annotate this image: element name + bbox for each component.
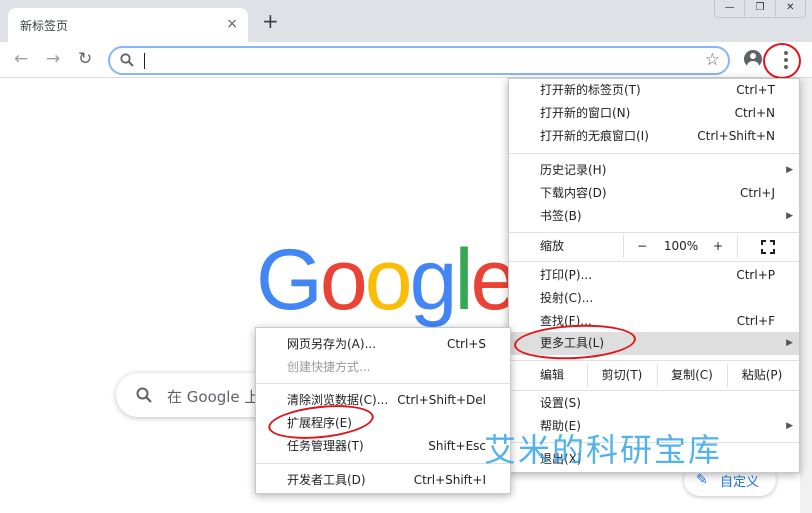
cut-button[interactable]: 剪切(T) bbox=[589, 364, 655, 387]
submenu-arrow-icon: ▶ bbox=[786, 421, 793, 431]
submenu-arrow-icon: ▶ bbox=[786, 165, 793, 175]
menu-item-label: 创建快捷方式... bbox=[287, 360, 371, 374]
menu-item-label: 打印(P)... bbox=[540, 268, 593, 282]
menu-item-shortcut: Shift+Esc bbox=[428, 439, 486, 453]
menu-divider bbox=[509, 390, 799, 391]
menu-item-print[interactable]: 打印(P)... Ctrl+P bbox=[509, 264, 799, 287]
menu-divider bbox=[256, 463, 510, 464]
logo-letter: o bbox=[319, 232, 368, 328]
zoom-divider bbox=[737, 235, 738, 258]
search-placeholder: 在 Google 上 bbox=[167, 388, 260, 406]
menu-item-incognito[interactable]: 打开新的无痕窗口(I) Ctrl+Shift+N bbox=[509, 125, 799, 148]
menu-divider bbox=[509, 261, 799, 262]
profile-avatar-icon[interactable] bbox=[744, 50, 762, 68]
close-window-button[interactable]: ✕ bbox=[774, 0, 805, 17]
submenu-arrow-icon: ▶ bbox=[786, 211, 793, 221]
watermark-text: 艾米的科研宝库 bbox=[484, 431, 723, 469]
menu-divider bbox=[509, 232, 799, 233]
menu-item-shortcut: Ctrl+Shift+Del bbox=[397, 393, 486, 407]
zoom-out-button[interactable]: − bbox=[631, 235, 653, 258]
menu-item-downloads[interactable]: 下载内容(D) Ctrl+J bbox=[509, 182, 799, 205]
chrome-main-menu: 打开新的标签页(T) Ctrl+T 打开新的窗口(N) Ctrl+N 打开新的无… bbox=[508, 78, 800, 473]
menu-item-shortcut: Ctrl+Shift+N bbox=[697, 129, 775, 143]
customize-label: 自定义 bbox=[720, 475, 760, 490]
menu-item-bookmarks[interactable]: 书签(B) ▶ bbox=[509, 205, 799, 228]
menu-item-history[interactable]: 历史记录(H) ▶ bbox=[509, 159, 799, 182]
text-caret bbox=[144, 53, 145, 69]
menu-zoom-row: 缩放 − 100% + bbox=[509, 235, 799, 258]
menu-item-label: 打开新的无痕窗口(I) bbox=[540, 129, 649, 143]
tab-strip: 新标签页 × + — ❐ ✕ bbox=[0, 0, 812, 42]
zoom-in-button[interactable]: + bbox=[707, 235, 729, 258]
menu-item-label: 历史记录(H) bbox=[540, 163, 607, 177]
page-edge bbox=[800, 78, 812, 513]
tab-close-icon[interactable]: × bbox=[226, 16, 238, 32]
logo-letter: o bbox=[364, 232, 413, 328]
pencil-icon: ✎ bbox=[696, 472, 708, 488]
menu-item-label: 投射(C)... bbox=[540, 291, 594, 305]
menu-item-label: 网页另存为(A)... bbox=[287, 337, 377, 351]
search-icon bbox=[120, 53, 134, 67]
submenu-item-create-shortcut: 创建快捷方式... bbox=[256, 356, 510, 379]
menu-item-label: 开发者工具(D) bbox=[287, 473, 366, 487]
menu-item-cast[interactable]: 投射(C)... bbox=[509, 287, 799, 310]
window-controls: — ❐ ✕ bbox=[714, 0, 806, 18]
google-logo: Google bbox=[256, 232, 518, 328]
menu-item-new-tab[interactable]: 打开新的标签页(T) Ctrl+T bbox=[509, 79, 799, 102]
menu-item-new-window[interactable]: 打开新的窗口(N) Ctrl+N bbox=[509, 102, 799, 125]
menu-item-label: 下载内容(D) bbox=[540, 186, 607, 200]
forward-button[interactable]: → bbox=[46, 50, 60, 68]
menu-item-shortcut: Ctrl+Shift+I bbox=[413, 473, 486, 487]
tab-title: 新标签页 bbox=[20, 19, 69, 33]
copy-button[interactable]: 复制(C) bbox=[659, 364, 725, 387]
reload-button[interactable]: ↻ bbox=[78, 50, 92, 68]
menu-item-shortcut: Ctrl+T bbox=[736, 83, 775, 97]
address-bar[interactable]: ☆ bbox=[108, 46, 730, 75]
menu-item-label: 打开新的窗口(N) bbox=[540, 106, 631, 120]
submenu-arrow-icon: ▶ bbox=[786, 338, 793, 348]
logo-letter: l bbox=[454, 232, 473, 328]
paste-button[interactable]: 粘贴(P) bbox=[729, 364, 795, 387]
zoom-divider bbox=[623, 235, 624, 258]
restore-button[interactable]: ❐ bbox=[744, 0, 774, 17]
menu-item-shortcut: Ctrl+S bbox=[446, 337, 486, 351]
annotation-circle-menu-button bbox=[763, 43, 801, 79]
edit-label: 编辑 bbox=[540, 368, 565, 382]
fullscreen-icon[interactable] bbox=[761, 240, 775, 254]
search-icon bbox=[136, 387, 152, 403]
submenu-item-clear-data[interactable]: 清除浏览数据(C)... Ctrl+Shift+Del bbox=[256, 389, 510, 412]
menu-item-shortcut: Ctrl+F bbox=[736, 314, 775, 328]
logo-letter: G bbox=[256, 232, 323, 328]
edit-divider bbox=[727, 364, 728, 387]
menu-item-label: 书签(B) bbox=[540, 209, 582, 223]
menu-item-settings[interactable]: 设置(S) bbox=[509, 392, 799, 415]
logo-letter: g bbox=[409, 232, 458, 328]
menu-divider bbox=[256, 383, 510, 384]
edit-divider bbox=[587, 364, 588, 387]
minimize-button[interactable]: — bbox=[715, 0, 744, 17]
tab-new-tab[interactable]: 新标签页 × bbox=[8, 8, 248, 42]
menu-item-shortcut: Ctrl+J bbox=[740, 186, 775, 200]
menu-item-shortcut: Ctrl+P bbox=[736, 268, 775, 282]
new-tab-button[interactable]: + bbox=[262, 11, 279, 31]
edit-divider bbox=[657, 364, 658, 387]
zoom-level: 100% bbox=[663, 239, 699, 253]
back-button[interactable]: ← bbox=[14, 50, 28, 68]
bookmark-star-icon[interactable]: ☆ bbox=[705, 50, 720, 70]
menu-divider bbox=[509, 153, 799, 154]
zoom-label: 缩放 bbox=[540, 239, 565, 253]
submenu-item-save-as[interactable]: 网页另存为(A)... Ctrl+S bbox=[256, 333, 510, 356]
submenu-item-dev-tools[interactable]: 开发者工具(D) Ctrl+Shift+I bbox=[256, 469, 510, 492]
menu-edit-row: 编辑 剪切(T) 复制(C) 粘贴(P) bbox=[509, 364, 799, 387]
menu-divider bbox=[509, 360, 799, 361]
menu-item-shortcut: Ctrl+N bbox=[734, 106, 775, 120]
menu-item-label: 设置(S) bbox=[540, 396, 581, 410]
menu-item-label: 打开新的标签页(T) bbox=[540, 83, 641, 97]
toolbar: ← → ↻ ☆ bbox=[0, 42, 812, 78]
